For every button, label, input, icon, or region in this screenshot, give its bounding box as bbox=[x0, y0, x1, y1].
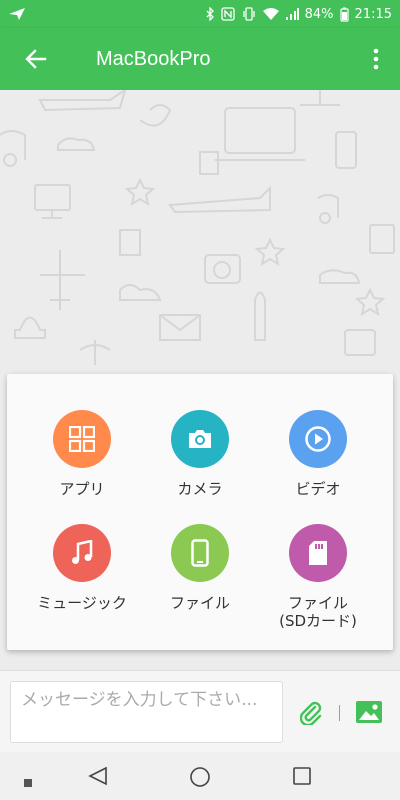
nav-back-button[interactable] bbox=[88, 766, 108, 790]
send-image-button[interactable] bbox=[356, 701, 382, 727]
music-note-icon bbox=[72, 540, 93, 564]
play-icon bbox=[305, 426, 331, 452]
chat-title: MacBookPro bbox=[96, 47, 211, 70]
battery-percent: 84% bbox=[304, 6, 334, 22]
attach-app-label: アプリ bbox=[59, 480, 105, 498]
attach-app-option[interactable]: アプリ bbox=[18, 410, 146, 498]
attach-file-option[interactable]: ファイル bbox=[136, 524, 264, 612]
file-circle bbox=[171, 524, 229, 582]
attachment-panel: アプリ カメラ ビデオ ミュージック ファイル ファイル (SDカード) bbox=[7, 374, 393, 650]
attach-music-option[interactable]: ミュージック bbox=[18, 524, 146, 612]
attach-video-label: ビデオ bbox=[295, 480, 341, 498]
back-button[interactable] bbox=[8, 31, 64, 87]
nav-recents-button[interactable] bbox=[292, 766, 312, 790]
more-vert-icon bbox=[373, 48, 379, 70]
attach-file-label: ファイル bbox=[169, 594, 230, 612]
triangle-back-icon bbox=[88, 766, 107, 786]
attach-camera-option[interactable]: カメラ bbox=[136, 410, 264, 498]
arrow-left-icon bbox=[25, 49, 47, 69]
attach-video-option[interactable]: ビデオ bbox=[254, 410, 382, 498]
camera-circle bbox=[171, 410, 229, 468]
phone-file-icon bbox=[191, 539, 209, 567]
message-composer: メッセージを入力して下さい... bbox=[0, 670, 400, 752]
music-circle bbox=[53, 524, 111, 582]
signal-icon bbox=[285, 7, 299, 21]
battery-icon bbox=[339, 7, 349, 22]
camera-icon bbox=[189, 430, 211, 448]
vibrate-icon bbox=[241, 7, 257, 21]
video-circle bbox=[289, 410, 347, 468]
paperclip-icon bbox=[299, 701, 322, 727]
bluetooth-icon bbox=[205, 7, 215, 21]
wifi-icon bbox=[262, 7, 279, 21]
attach-sd-file-option[interactable]: ファイル (SDカード) bbox=[254, 524, 382, 630]
square-recents-icon bbox=[293, 767, 311, 785]
attach-camera-label: カメラ bbox=[177, 480, 223, 498]
message-input[interactable]: メッセージを入力して下さい... bbox=[10, 681, 283, 743]
more-options-button[interactable] bbox=[352, 31, 400, 87]
system-nav-bar bbox=[0, 752, 400, 800]
composer-divider bbox=[339, 705, 340, 721]
square-dot-icon bbox=[24, 779, 32, 787]
attach-button[interactable] bbox=[299, 701, 322, 729]
clock: 21:15 bbox=[354, 6, 392, 22]
app-bar: MacBookPro bbox=[0, 28, 400, 90]
nav-home-button[interactable] bbox=[189, 766, 211, 792]
nav-dot-button[interactable] bbox=[24, 772, 32, 791]
circle-home-icon bbox=[190, 767, 210, 787]
send-notification-icon bbox=[8, 7, 26, 21]
image-icon bbox=[356, 701, 382, 723]
status-bar: 84% 21:15 bbox=[0, 0, 400, 28]
attach-sd-file-label: ファイル (SDカード) bbox=[279, 594, 357, 630]
nfc-icon bbox=[220, 7, 235, 21]
sd-file-circle bbox=[289, 524, 347, 582]
app-circle bbox=[53, 410, 111, 468]
sd-card-icon bbox=[309, 541, 327, 565]
attach-music-label: ミュージック bbox=[37, 594, 127, 612]
apps-grid-icon bbox=[69, 426, 95, 452]
